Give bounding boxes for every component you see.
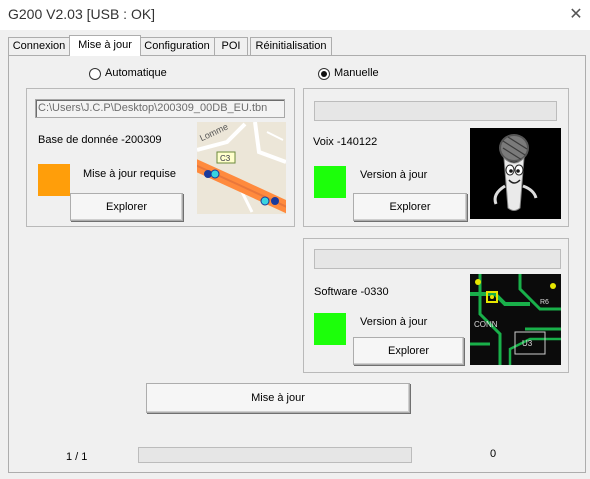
software-status-text: Version à jour bbox=[360, 316, 428, 328]
software-status-indicator bbox=[314, 313, 346, 345]
voice-status-text: Version à jour bbox=[360, 169, 428, 181]
database-path-field[interactable]: C:\Users\J.C.P\Desktop\200309_00DB_EU.tb… bbox=[35, 99, 285, 118]
radio-manuelle[interactable]: Manuelle bbox=[318, 67, 418, 81]
radio-circle-selected bbox=[318, 68, 330, 80]
voice-status-indicator bbox=[314, 166, 346, 198]
database-version-label: Base de donnée -200309 bbox=[38, 134, 162, 146]
database-status-text: Mise à jour requise bbox=[83, 168, 176, 180]
pcb-label-r6: R6 bbox=[540, 299, 549, 306]
window-title: G200 V2.03 [USB : OK] bbox=[8, 6, 156, 22]
map-thumbnail: C3 Lomme bbox=[197, 122, 286, 214]
tab-configuration[interactable]: Configuration bbox=[139, 37, 215, 55]
microphone-image bbox=[470, 128, 561, 219]
voice-progress-field bbox=[314, 101, 557, 121]
circuit-board-icon: CONN R6 U3 bbox=[470, 274, 561, 365]
radio-automatique[interactable]: Automatique bbox=[89, 67, 209, 81]
circuit-image: CONN R6 U3 bbox=[470, 274, 561, 365]
map-image: C3 Lomme bbox=[197, 122, 286, 214]
voice-explorer-button[interactable]: Explorer bbox=[353, 193, 467, 221]
map-road-label: C3 bbox=[220, 154, 231, 163]
tab-connexion[interactable]: Connexion bbox=[8, 37, 70, 55]
tab-mise-a-jour[interactable]: Mise à jour bbox=[69, 35, 141, 56]
software-progress-field bbox=[314, 249, 561, 269]
update-button[interactable]: Mise à jour bbox=[146, 383, 410, 413]
radio-label-manuelle: Manuelle bbox=[334, 67, 379, 79]
tab-poi[interactable]: POI bbox=[214, 37, 248, 55]
radio-label-automatique: Automatique bbox=[105, 67, 167, 79]
voice-version-label: Voix -140122 bbox=[313, 136, 378, 148]
overall-progress-bar bbox=[138, 447, 412, 463]
microphone-mascot-icon bbox=[470, 128, 561, 219]
software-explorer-button[interactable]: Explorer bbox=[353, 337, 464, 365]
radio-circle bbox=[89, 68, 101, 80]
progress-count: 0 bbox=[490, 448, 497, 460]
pcb-label-u3: U3 bbox=[522, 339, 533, 348]
close-icon[interactable]: ✕ bbox=[567, 4, 585, 24]
database-explorer-button[interactable]: Explorer bbox=[70, 193, 183, 221]
tab-reinitialisation[interactable]: Réinitialisation bbox=[250, 37, 332, 55]
database-status-indicator bbox=[38, 164, 70, 196]
pcb-label-conn: CONN bbox=[474, 320, 498, 329]
page-counter: 1 / 1 bbox=[66, 451, 88, 463]
software-version-label: Software -0330 bbox=[314, 286, 389, 298]
title-bar: G200 V2.03 [USB : OK] ✕ bbox=[0, 0, 590, 30]
